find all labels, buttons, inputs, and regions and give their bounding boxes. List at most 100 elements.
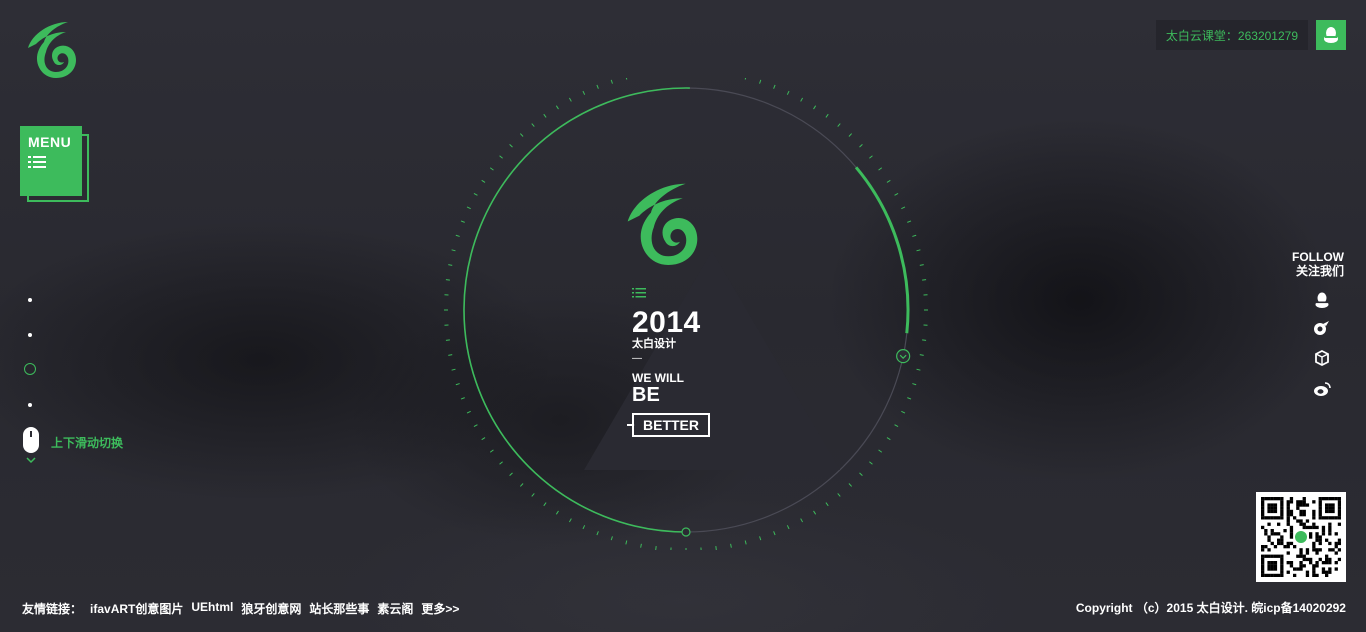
dial-tick xyxy=(499,461,503,465)
friend-link[interactable]: 素云阁 xyxy=(377,600,413,617)
hero-year: 2014 xyxy=(632,306,701,339)
dial-tick xyxy=(916,368,921,371)
dial-tick xyxy=(912,234,917,237)
dial-tick xyxy=(919,354,924,356)
dial-tick xyxy=(610,79,613,84)
dial-tick xyxy=(625,78,628,80)
friend-link[interactable]: UEhtml xyxy=(191,600,233,617)
dial-tick xyxy=(813,105,817,110)
dial-tick xyxy=(912,383,917,386)
dial-tick xyxy=(531,123,535,127)
dial-tick xyxy=(878,167,883,171)
mouse-icon xyxy=(23,427,39,464)
dial-tick xyxy=(543,502,547,507)
friend-link[interactable]: 狼牙创意网 xyxy=(241,600,301,617)
hero-dash: — xyxy=(632,353,642,364)
dial-tick xyxy=(455,383,460,386)
friend-link[interactable]: ifavART创意图片 xyxy=(90,600,183,617)
dial-tick xyxy=(894,424,899,428)
dial-tick xyxy=(455,234,460,237)
dial-tick xyxy=(640,543,642,548)
qr-code-icon xyxy=(1261,497,1342,578)
qq-icon xyxy=(1315,292,1329,308)
social-box-link[interactable] xyxy=(1312,348,1332,368)
friend-links: 友情链接： ifavART创意图片 UEhtml 狼牙创意网 站长那些事 素云阁… xyxy=(22,600,459,617)
scroll-hint-text: 上下滑动切换 xyxy=(51,436,124,450)
logo[interactable] xyxy=(22,18,80,82)
dial-tick xyxy=(489,449,494,453)
dial-tick xyxy=(886,437,891,441)
friend-links-label: 友情链接： xyxy=(22,602,83,616)
follow-cn: 关注我们 xyxy=(1295,264,1344,278)
dial-tick xyxy=(610,536,613,541)
hero-line2: BE xyxy=(632,384,660,406)
dial-tick xyxy=(878,449,883,453)
dial-tick xyxy=(786,525,790,530)
dial-tick xyxy=(509,472,513,477)
dial-tick xyxy=(448,264,453,266)
dial-tick xyxy=(894,192,899,196)
dial-tick xyxy=(907,397,912,400)
dial-tick xyxy=(466,410,471,414)
dial-tick xyxy=(907,220,912,223)
dial-tick xyxy=(582,90,586,95)
dial-tick xyxy=(869,461,873,465)
dial-tick xyxy=(848,133,853,137)
dial-tick xyxy=(786,90,790,95)
social-taobao-link[interactable] xyxy=(1312,318,1332,338)
dial-tick xyxy=(481,179,486,183)
menu-button[interactable]: MENU xyxy=(20,126,82,196)
hero-brand: 太白设计 xyxy=(632,338,676,350)
dial-tick xyxy=(825,113,829,118)
dial-tick xyxy=(582,525,586,530)
dial-tick xyxy=(837,493,841,497)
dial-tick xyxy=(859,143,863,148)
better-button[interactable]: BETTER xyxy=(632,413,710,437)
qq-button[interactable] xyxy=(1316,20,1346,50)
dial-tick xyxy=(922,339,927,341)
dial-tick xyxy=(759,79,762,84)
pager-dot[interactable] xyxy=(28,298,32,302)
dial-tick xyxy=(813,510,817,515)
dial-tick xyxy=(448,354,453,356)
dial-tick xyxy=(473,424,478,428)
dial-tick xyxy=(568,518,572,523)
dial-tick xyxy=(481,437,486,441)
dial-tick xyxy=(922,279,927,281)
dial-tick xyxy=(773,531,776,536)
dial-tick xyxy=(445,279,450,281)
follow-heading: FOLLOW 关注我们 xyxy=(1292,250,1344,278)
friend-link[interactable]: 站长那些事 xyxy=(309,600,369,617)
list-icon xyxy=(28,156,46,168)
social-qq-link[interactable] xyxy=(1312,290,1332,310)
better-label: BETTER xyxy=(643,417,699,433)
list-icon xyxy=(632,288,646,298)
dial-knob xyxy=(681,527,691,537)
pager-dot-active[interactable] xyxy=(24,363,36,375)
dial-tick xyxy=(555,510,559,515)
more-links[interactable]: 更多>> xyxy=(421,600,459,617)
dial-tick xyxy=(759,536,762,541)
dial-tick xyxy=(886,179,891,183)
pager-dot[interactable] xyxy=(28,333,32,337)
dial-tick xyxy=(596,531,599,536)
hero-text: 2014 太白设计 — WE WILL BE xyxy=(632,288,752,405)
dial-tick xyxy=(451,249,456,252)
hero-line1: WE WILL xyxy=(632,371,684,385)
dial-tick xyxy=(901,206,906,210)
dial-tick xyxy=(451,368,456,371)
dial-tick xyxy=(825,502,829,507)
dial-tick xyxy=(466,206,471,210)
dial-tick xyxy=(473,192,478,196)
dial-tick xyxy=(715,546,717,550)
menu-label: MENU xyxy=(28,134,72,150)
dial-tick xyxy=(568,97,572,102)
dial-tick xyxy=(869,155,873,159)
copyright: Copyright （c）2015 太白设计. 皖icp备14020292 xyxy=(1075,601,1346,615)
social-weibo-link[interactable] xyxy=(1312,379,1332,399)
dial-tick xyxy=(655,546,657,550)
qq-group-text: 太白云课堂：263201279 xyxy=(1165,28,1298,43)
swirl-logo-icon xyxy=(28,22,76,78)
qq-group-link[interactable]: 太白云课堂：263201279 xyxy=(1155,20,1308,50)
pager-dot[interactable] xyxy=(28,403,32,407)
